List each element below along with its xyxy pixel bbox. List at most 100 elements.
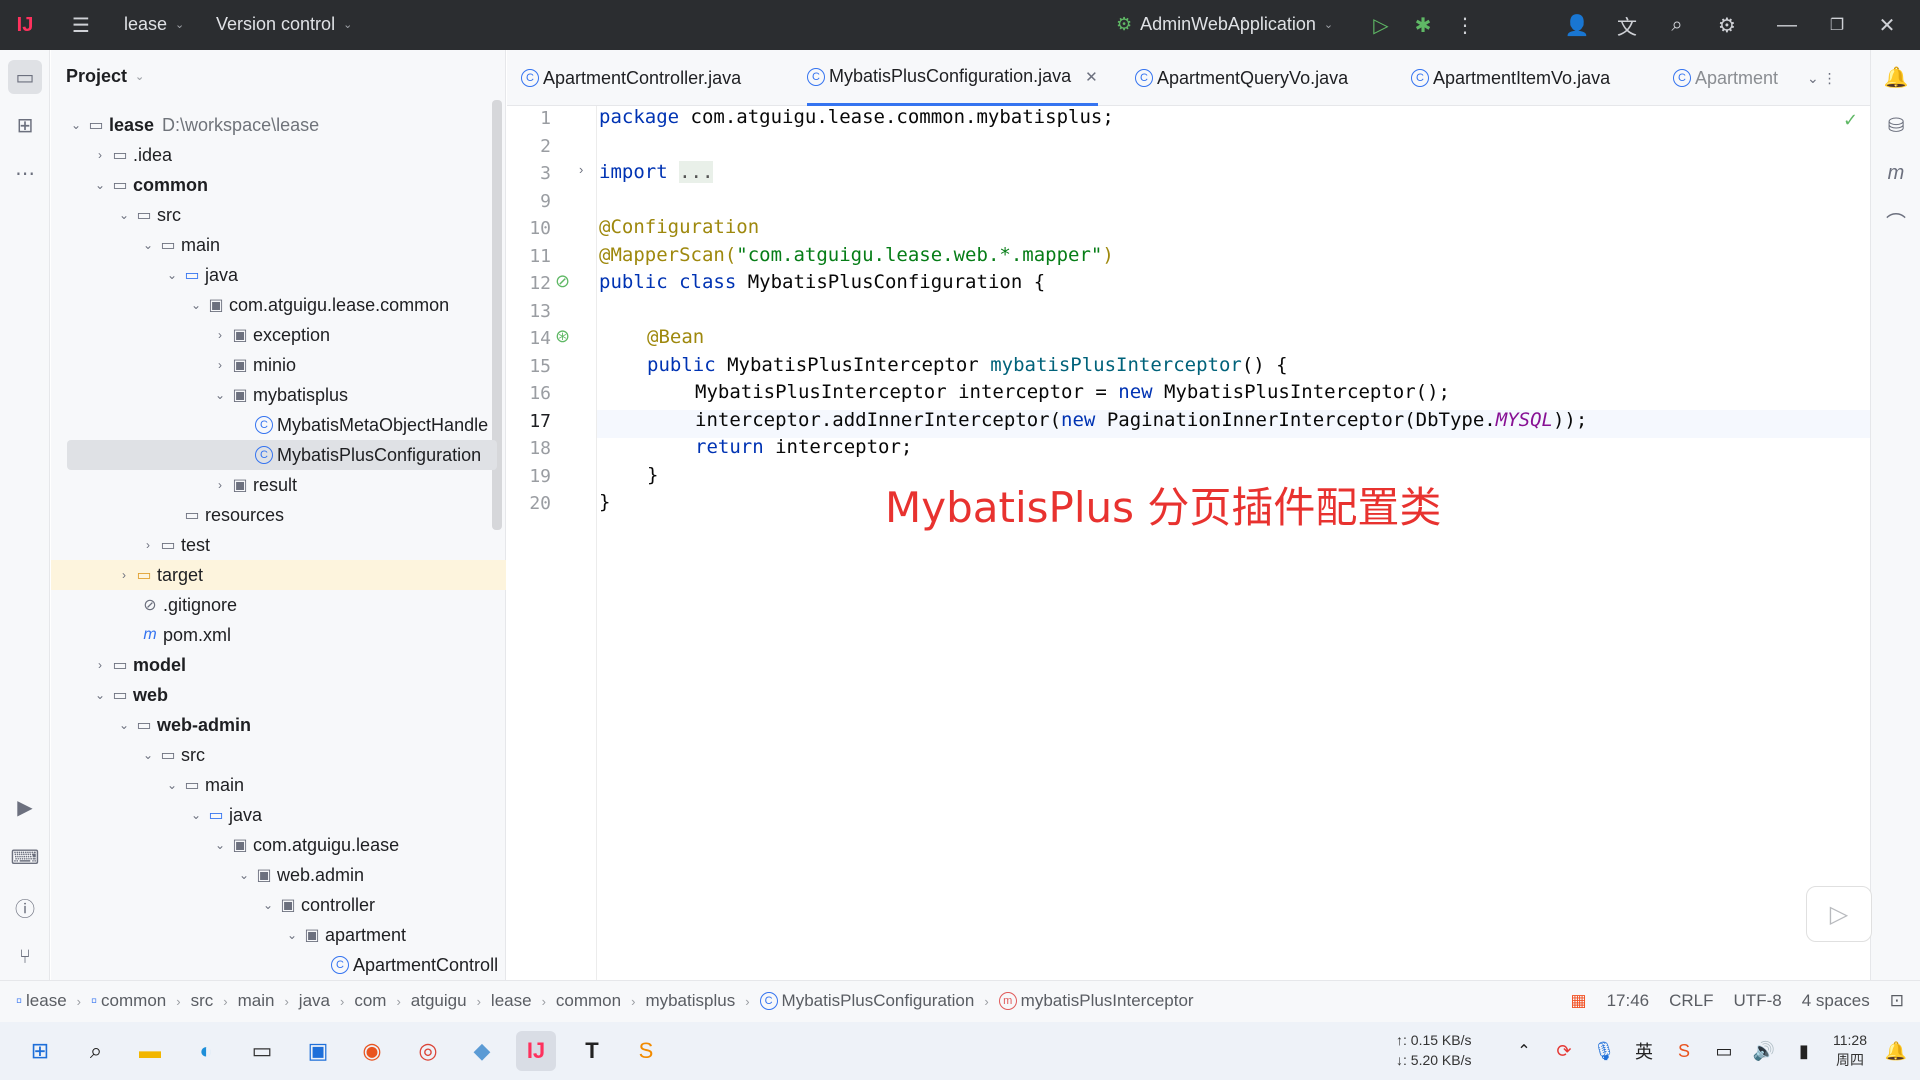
run-config-selector[interactable]: ⚙ AdminWebApplication ⌄ (1116, 14, 1333, 35)
breadcrumb-item[interactable]: main (238, 991, 275, 1011)
chevron-right-icon[interactable]: › (139, 538, 157, 552)
tree-item-idea[interactable]: › ▭ .idea (51, 140, 506, 170)
indent-setting[interactable]: 4 spaces (1802, 991, 1870, 1011)
minimize-icon[interactable]: — (1770, 8, 1804, 42)
sublime-app-icon[interactable]: S (626, 1031, 666, 1071)
breadcrumb-item[interactable]: ▫ lease (16, 991, 67, 1011)
close-icon[interactable]: ✕ (1870, 8, 1904, 42)
intellij-logo-icon[interactable]: IJ (8, 8, 42, 42)
debug-icon[interactable]: ✱ (1406, 8, 1440, 42)
battery-icon[interactable]: ▮ (1784, 1031, 1824, 1071)
cloud-app-icon[interactable]: ◆ (462, 1031, 502, 1071)
display-icon[interactable]: ▭ (1704, 1031, 1744, 1071)
microphone-icon[interactable]: 🎙 (1584, 1031, 1624, 1071)
breadcrumb-item[interactable]: com (354, 991, 386, 1011)
chevron-right-icon[interactable]: › (91, 148, 109, 162)
breadcrumb-item[interactable]: java (299, 991, 330, 1011)
chevron-down-icon[interactable]: ⌄ (139, 748, 157, 762)
breadcrumb-item[interactable]: ▫ common (91, 991, 166, 1011)
tree-item-package[interactable]: ⌄ ▣ com.atguigu.lease.common (51, 290, 506, 320)
chevron-down-icon[interactable]: ⌄ (187, 808, 205, 822)
terminal-app-icon[interactable]: ▭ (242, 1031, 282, 1071)
chevron-down-icon[interactable]: ⌄ (115, 208, 133, 222)
more-tools-icon[interactable]: ⋯ (8, 156, 42, 190)
tree-item-metaobjecthandler[interactable]: C MybatisMetaObjectHandle (51, 410, 506, 440)
git-branch-icon[interactable]: ⑂ (8, 940, 42, 974)
volume-icon[interactable]: 🔊 (1744, 1031, 1784, 1071)
breadcrumb-item[interactable]: lease (491, 991, 532, 1011)
chevron-down-icon[interactable]: ⌄ (91, 688, 109, 702)
edge-browser-icon[interactable]: ◐ (186, 1031, 226, 1071)
caret-position[interactable]: 17:46 (1607, 991, 1650, 1011)
spring-bean-icon[interactable]: ⊘ (555, 271, 570, 292)
chevron-down-icon[interactable]: ⌄ (235, 868, 253, 882)
settings-gear-icon[interactable]: ⚙ (1710, 8, 1744, 42)
tree-item-main[interactable]: ⌄ ▭ main (51, 770, 506, 800)
tab-apartmentitemvo[interactable]: C ApartmentItemVo.java (1411, 50, 1610, 106)
close-tab-icon[interactable]: ✕ (1085, 68, 1098, 86)
sogou-icon[interactable]: S (1664, 1031, 1704, 1071)
terminal-icon[interactable]: ⌨ (8, 840, 42, 874)
chevron-right-icon[interactable]: › (211, 358, 229, 372)
chevron-down-icon[interactable]: ⌄ (91, 178, 109, 192)
chevron-down-icon[interactable]: ⌄ (163, 268, 181, 282)
chrome-icon[interactable]: ◎ (408, 1031, 448, 1071)
breadcrumb-item[interactable]: common (556, 991, 621, 1011)
chevron-down-icon[interactable]: ⌄ (115, 718, 133, 732)
typora-app-icon[interactable]: T (572, 1031, 612, 1071)
tree-item-lease[interactable]: ⌄ ▭ lease D:\workspace\lease (51, 110, 506, 140)
intellij-app-icon[interactable]: IJ (516, 1031, 556, 1071)
project-folder-icon[interactable]: ▭ (8, 60, 42, 94)
tree-item-web[interactable]: ⌄ ▭ web (51, 680, 506, 710)
tree-item-controller[interactable]: ⌄ ▣ controller (51, 890, 506, 920)
windows-start-icon[interactable]: ⊞ (20, 1031, 60, 1071)
tree-item-src[interactable]: ⌄ ▭ src (51, 200, 506, 230)
tree-item-package[interactable]: ⌄ ▣ com.atguigu.lease (51, 830, 506, 860)
restore-icon[interactable]: ❐ (1820, 8, 1854, 42)
project-panel-title[interactable]: Project ⌄ (66, 66, 144, 87)
store-icon[interactable]: ▣ (298, 1031, 338, 1071)
breadcrumb-item[interactable]: C MybatisPlusConfiguration (759, 991, 974, 1011)
database-icon[interactable]: ⛁ (1879, 108, 1913, 142)
chevron-right-icon[interactable]: › (211, 328, 229, 342)
tree-item-web-admin[interactable]: ⌄ ▭ web-admin (51, 710, 506, 740)
maven-icon[interactable]: m (1879, 156, 1913, 190)
chevron-down-icon[interactable]: ⌄ (259, 898, 277, 912)
chevron-down-icon[interactable]: ⌄ (283, 928, 301, 942)
tree-item-java[interactable]: ⌄ ▭ java (51, 260, 506, 290)
structure-icon[interactable]: ⊞ (8, 108, 42, 142)
tree-item-main[interactable]: ⌄ ▭ main (51, 230, 506, 260)
chevron-down-icon[interactable]: ⌄ (211, 388, 229, 402)
ime-icon[interactable]: 英 (1624, 1031, 1664, 1071)
code-editor[interactable]: 1 2 3 9 10 11 12 13 14 15 16 17 18 19 20… (507, 106, 1870, 980)
tree-item-mybatisplus[interactable]: ⌄ ▣ mybatisplus (51, 380, 506, 410)
spring-bean-method-icon[interactable]: ⊛ (555, 326, 570, 347)
notifications-bell-icon[interactable]: 🔔 (1879, 60, 1913, 94)
chevron-right-icon[interactable]: › (91, 658, 109, 672)
chevron-down-icon[interactable]: ⌄ (67, 118, 85, 132)
project-selector[interactable]: lease ⌄ (124, 14, 184, 35)
no-problems-check-icon[interactable]: ✓ (1843, 110, 1858, 131)
breadcrumb-item[interactable]: m mybatisPlusInterceptor (998, 991, 1194, 1011)
add-user-icon[interactable]: 👤 (1560, 8, 1594, 42)
more-actions-icon[interactable]: ⋮ (1448, 8, 1482, 42)
tree-item-result[interactable]: › ▣ result (51, 470, 506, 500)
play-overlay-button[interactable]: ▷ (1806, 886, 1872, 942)
tab-apartmentcontroller[interactable]: C ApartmentController.java (521, 50, 741, 106)
tree-item-mybatisplusconfiguration[interactable]: C MybatisPlusConfiguration (67, 440, 497, 470)
chevron-down-icon[interactable]: ⌄ (187, 298, 205, 312)
tree-item-apartmentcontroller[interactable]: C ApartmentControll (51, 950, 506, 980)
notification-icon[interactable]: 🔔 (1876, 1031, 1916, 1071)
translate-icon[interactable]: 文 (1610, 8, 1644, 42)
search-icon[interactable]: ⌕ (1660, 8, 1694, 42)
file-encoding[interactable]: UTF-8 (1734, 991, 1782, 1011)
tree-item-exception[interactable]: › ▣ exception (51, 320, 506, 350)
tab-mybatisplusconfiguration[interactable]: C MybatisPlusConfiguration.java ✕ (807, 50, 1098, 106)
chevron-down-icon[interactable]: ⌄ (139, 238, 157, 252)
vcs-selector[interactable]: Version control ⌄ (216, 14, 352, 35)
chevron-down-icon[interactable]: ⌄ (163, 778, 181, 792)
tree-item-minio[interactable]: › ▣ minio (51, 350, 506, 380)
breadcrumb-item[interactable]: src (191, 991, 214, 1011)
tree-item-gitignore[interactable]: ⊘ .gitignore (51, 590, 506, 620)
tree-item-target[interactable]: › ▭ target (51, 560, 506, 590)
